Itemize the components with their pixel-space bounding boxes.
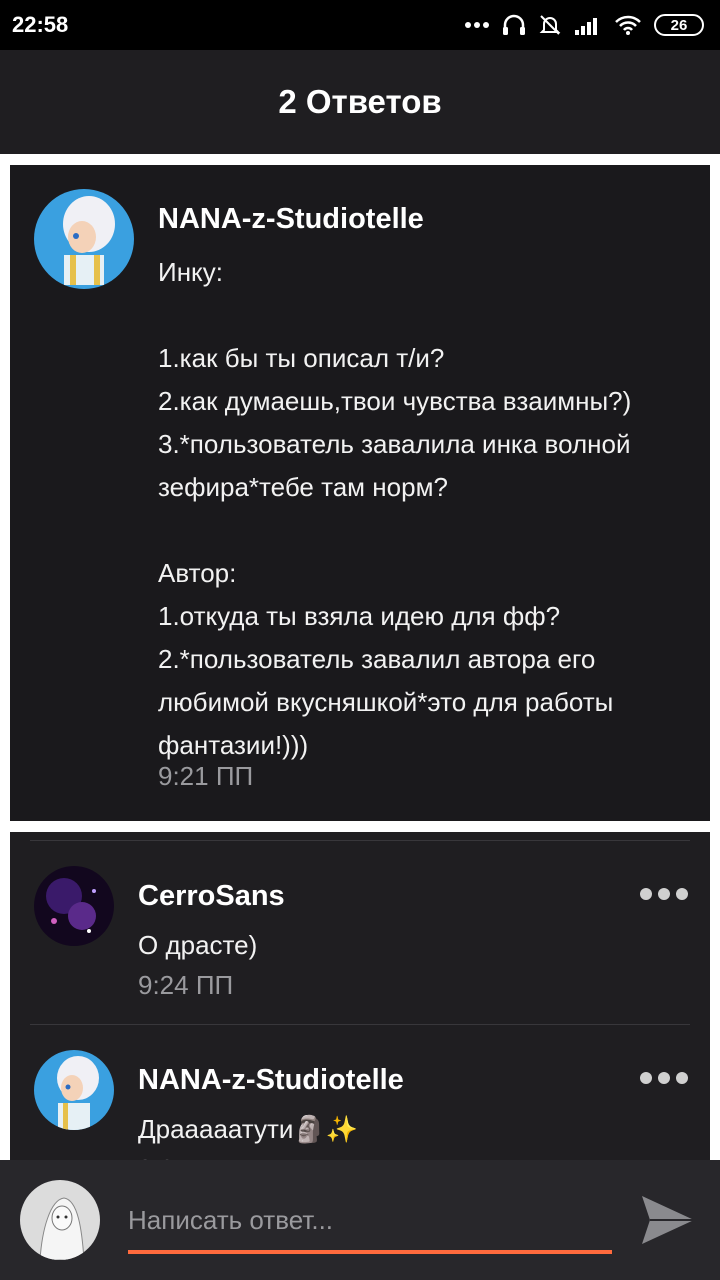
battery-level: 26 bbox=[670, 16, 688, 34]
avatar[interactable] bbox=[34, 866, 114, 946]
more-options-button[interactable] bbox=[640, 1072, 688, 1084]
avatar bbox=[20, 1180, 100, 1260]
status-icons: 26 bbox=[464, 13, 704, 37]
avatar[interactable] bbox=[34, 1050, 114, 1130]
reply-composer bbox=[0, 1160, 720, 1280]
battery-icon: 26 bbox=[654, 14, 704, 36]
reply-input[interactable] bbox=[128, 1190, 612, 1254]
send-button[interactable] bbox=[638, 1192, 698, 1248]
headphones-icon bbox=[503, 14, 525, 35]
header: 2 Ответов bbox=[0, 50, 720, 154]
page-title: 2 Ответов bbox=[278, 83, 442, 120]
original-post: NANA-z-Studiotelle Инку: 1.как бы ты опи… bbox=[10, 165, 710, 821]
send-icon bbox=[642, 1196, 694, 1244]
post-time: 9:21 ПП bbox=[158, 761, 254, 791]
wifi-icon bbox=[615, 15, 641, 35]
reply-text: Драаааатути🗿✨ bbox=[138, 1114, 359, 1144]
divider bbox=[30, 1024, 690, 1025]
divider bbox=[30, 840, 690, 841]
avatar[interactable] bbox=[34, 189, 134, 289]
bell-muted-icon bbox=[539, 15, 561, 35]
reply-author[interactable]: NANA-z-Studiotelle bbox=[138, 1064, 404, 1097]
post-text: Инку: 1.как бы ты описал т/и? 2.как дума… bbox=[158, 257, 632, 760]
reply-item: CerroSans О драсте) 9:24 ПП bbox=[10, 840, 710, 1024]
reply-text: О драсте) bbox=[138, 930, 258, 960]
replies-list: CerroSans О драсте) 9:24 ПП NANA-z-Studi… bbox=[10, 832, 710, 1184]
more-options-button[interactable] bbox=[640, 888, 688, 900]
status-time: 22:58 bbox=[12, 12, 69, 37]
signal-icon bbox=[575, 18, 597, 35]
status-bar: 22:58 26 bbox=[0, 0, 720, 50]
reply-time: 9:24 ПП bbox=[138, 970, 234, 1000]
more-dots-icon bbox=[465, 22, 489, 28]
reply-author[interactable]: CerroSans bbox=[138, 880, 285, 913]
post-author[interactable]: NANA-z-Studiotelle bbox=[158, 203, 424, 236]
